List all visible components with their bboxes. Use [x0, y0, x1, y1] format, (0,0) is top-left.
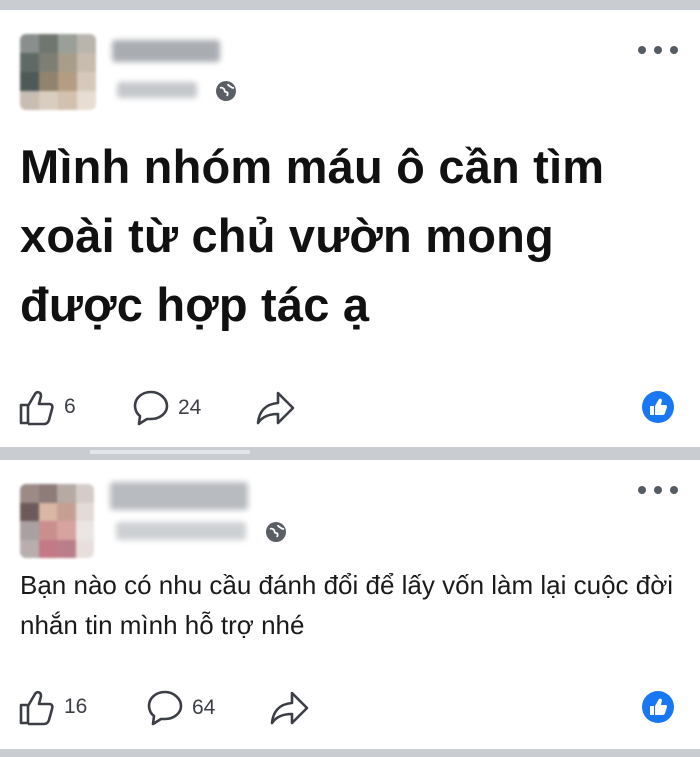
- timestamp-redacted[interactable]: [116, 522, 246, 540]
- comment-bubble-icon: [147, 690, 183, 726]
- like-count: 6: [64, 395, 76, 418]
- share-button[interactable]: [270, 689, 310, 727]
- like-button[interactable]: 6: [18, 388, 76, 426]
- like-reaction-icon[interactable]: [642, 691, 674, 723]
- thumbs-up-icon: [19, 690, 54, 726]
- comment-button[interactable]: 24: [132, 389, 201, 427]
- avatar[interactable]: [20, 34, 96, 110]
- more-options-button[interactable]: [638, 480, 678, 500]
- post-text: Bạn nào có nhu cầu đánh đổi để lấy vốn l…: [20, 570, 674, 640]
- share-button[interactable]: [256, 389, 296, 427]
- comment-count: 24: [178, 396, 202, 419]
- divider: [90, 450, 250, 454]
- comment-button[interactable]: 64: [146, 689, 215, 727]
- more-options-dot: [670, 46, 678, 54]
- comment-count: 64: [192, 696, 216, 719]
- more-options-icon: [638, 46, 646, 54]
- avatar[interactable]: [20, 484, 94, 558]
- like-button[interactable]: 16: [18, 688, 87, 726]
- more-options-dot: [654, 486, 662, 494]
- more-options-dot: [654, 46, 662, 54]
- globe-icon: [216, 81, 236, 101]
- author-name-redacted[interactable]: [110, 482, 248, 510]
- more-options-dot: [670, 486, 678, 494]
- thumbs-up-icon: [19, 390, 54, 426]
- more-options-button[interactable]: [638, 40, 678, 60]
- comment-bubble-icon: [133, 390, 169, 426]
- author-name-redacted[interactable]: [112, 40, 220, 62]
- timestamp-redacted[interactable]: [117, 82, 197, 98]
- post-card: Bạn nào có nhu cầu đánh đổi để lấy vốn l…: [0, 460, 700, 749]
- post-text: Mình nhóm máu ô cần tìm xoài từ chủ vườn…: [20, 140, 605, 331]
- post-card: Mình nhóm máu ô cần tìm xoài từ chủ vườn…: [0, 10, 700, 447]
- share-arrow-icon: [256, 391, 295, 425]
- like-reaction-icon[interactable]: [642, 391, 674, 423]
- more-options-icon: [638, 486, 646, 494]
- share-arrow-icon: [270, 691, 309, 725]
- thumbs-up-icon: [650, 398, 667, 415]
- like-count: 16: [64, 695, 88, 718]
- thumbs-up-icon: [650, 698, 667, 715]
- globe-icon: [266, 522, 286, 542]
